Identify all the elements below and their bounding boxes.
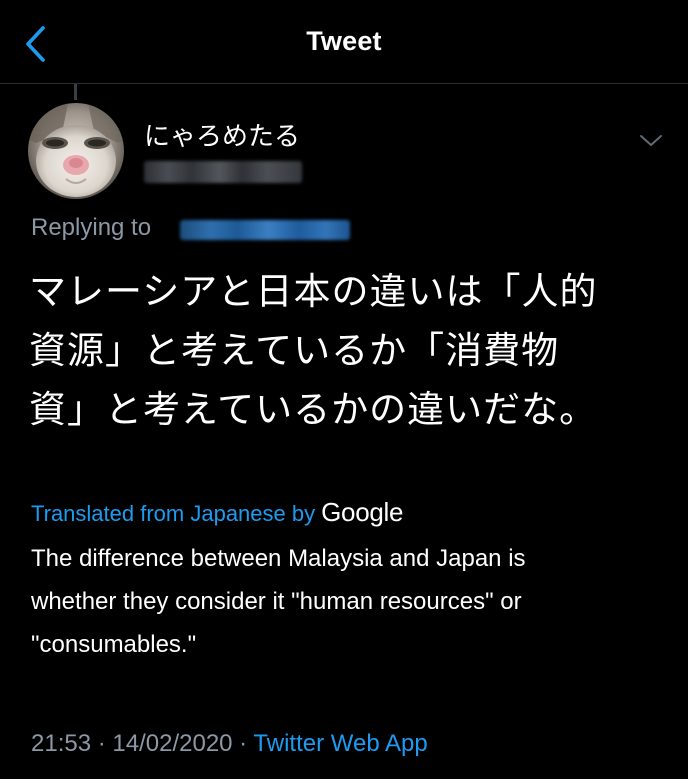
display-name[interactable]: にゃろめたる: [144, 116, 300, 153]
avatar[interactable]: [28, 103, 124, 199]
thread-connector: [74, 84, 77, 100]
top-bar: Tweet: [0, 0, 688, 84]
meta-separator: ·: [91, 730, 113, 757]
chevron-down-icon: [640, 135, 662, 146]
source-app-link[interactable]: Twitter Web App: [253, 730, 427, 757]
username-redacted[interactable]: [144, 161, 302, 183]
tweet-time: 21:53: [31, 730, 92, 757]
translation-attribution: Translated from Japanese by Google: [31, 497, 403, 528]
translation-text: The difference between Malaysia and Japa…: [31, 545, 526, 658]
google-logo: Google: [321, 497, 404, 527]
more-options-button[interactable]: [636, 128, 666, 152]
replying-to-user-redacted[interactable]: [180, 220, 350, 240]
translated-label[interactable]: Translated from Japanese by: [31, 501, 315, 526]
cat-avatar-image: [28, 103, 124, 199]
tweet-text: マレーシアと日本の違いは「人的 資源」と考えているか「消費物 資」と考えているか…: [29, 270, 598, 431]
replying-to-label: Replying to: [31, 214, 152, 241]
meta-separator: ·: [232, 730, 254, 757]
tweet-date: 14/02/2020: [112, 730, 233, 757]
tweet-metadata: 21:53 · 14/02/2020 · Twitter Web App: [31, 730, 428, 758]
page-title: Tweet: [306, 26, 382, 56]
